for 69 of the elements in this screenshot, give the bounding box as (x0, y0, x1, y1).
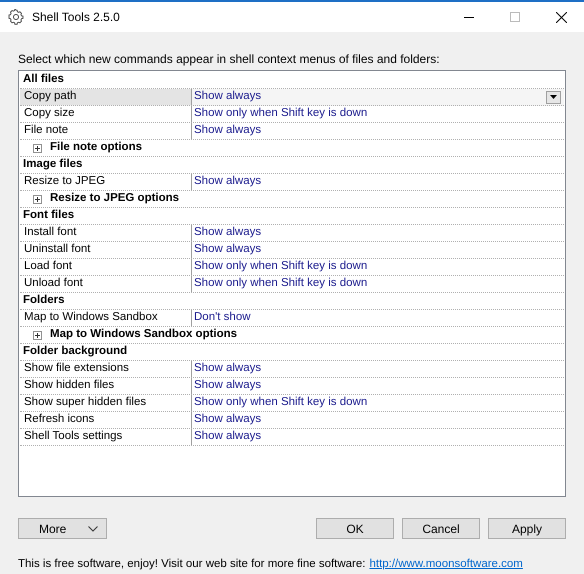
property-name: Show super hidden files (24, 395, 146, 410)
property-name: Shell Tools settings (24, 429, 122, 444)
chevron-down-icon (88, 526, 98, 532)
property-name: File note (24, 123, 68, 138)
expand-icon[interactable] (33, 194, 42, 204)
instruction-text: Select which new commands appear in shell context menus of files and folders: (18, 52, 441, 66)
property-value: Show always (194, 89, 262, 104)
maximize-icon (510, 12, 520, 22)
category-label: Folders (23, 293, 65, 308)
property-row[interactable]: Refresh icons Show always (20, 412, 564, 429)
category-label: Image files (23, 157, 82, 172)
property-name: Refresh icons (24, 412, 94, 428)
property-value: Show always (194, 378, 262, 394)
property-value: Show only when Shift key is down (194, 106, 368, 122)
property-name: Map to Windows Sandbox (24, 310, 158, 326)
property-row[interactable]: Resize to JPEG Show always (20, 174, 564, 191)
expand-icon[interactable] (33, 144, 42, 152)
property-value: Show only when Shift key is down (194, 395, 368, 410)
category-label: Folder background (23, 344, 128, 360)
property-row[interactable]: File note Show always (20, 123, 564, 140)
property-row[interactable]: Show file extensions Show always (20, 361, 564, 378)
property-row[interactable]: Copy path Show always (20, 89, 564, 106)
expander-row[interactable]: Resize to JPEG options (20, 191, 564, 208)
property-name: Load font (24, 259, 72, 274)
window-title: Shell Tools 2.5.0 (32, 9, 120, 26)
property-name: Copy size (24, 106, 74, 122)
property-value: Show always (194, 361, 262, 376)
minimize-icon (464, 16, 474, 18)
property-row[interactable]: Show super hidden files Show only when Shift key is down (20, 395, 564, 412)
dialog-button[interactable]: OK (316, 518, 394, 539)
property-name: Install font (24, 225, 76, 240)
dropdown-arrow-icon (550, 95, 557, 99)
property-value: Show always (194, 225, 262, 240)
dialog-button[interactable]: Apply (488, 518, 566, 539)
property-value: Show only when Shift key is down (194, 276, 368, 292)
dropdown-button[interactable] (546, 90, 561, 104)
property-row[interactable]: Unload font Show only when Shift key is down (20, 276, 564, 293)
more-button[interactable]: More (18, 518, 107, 539)
category-label: Font files (23, 208, 74, 224)
category-label: All files (23, 72, 64, 88)
property-row[interactable]: Map to Windows Sandbox Don't show (20, 310, 564, 327)
expand-icon[interactable] (33, 330, 42, 340)
property-value: Show always (194, 412, 262, 428)
footer-text: This is free software, enjoy! Visit our web site for more fine software: (18, 557, 366, 572)
expander-row[interactable]: Map to Windows Sandbox options (20, 327, 564, 344)
property-name: Unload font (24, 276, 83, 292)
property-value: Show always (194, 429, 262, 444)
property-row[interactable]: Install font Show always (20, 225, 564, 242)
close-icon (556, 12, 566, 22)
property-row[interactable]: Shell Tools settings Show always (20, 429, 564, 446)
dialog-button[interactable]: Cancel (402, 518, 480, 539)
property-row[interactable]: Show hidden files Show always (20, 378, 564, 395)
property-value: Show always (194, 242, 262, 258)
website-link[interactable]: http://www.moonsoftware.com (369, 556, 523, 574)
property-name: Show file extensions (24, 361, 129, 376)
property-row[interactable]: Uninstall font Show always (20, 242, 564, 259)
property-value: Show always (194, 174, 262, 190)
property-row[interactable]: Copy size Show only when Shift key is down (20, 106, 564, 123)
property-name: Uninstall font (24, 242, 90, 258)
property-value: Show only when Shift key is down (194, 259, 368, 274)
property-name: Resize to JPEG (24, 174, 106, 190)
gear-icon (8, 9, 24, 25)
property-grid[interactable] (18, 70, 566, 497)
property-value: Don't show (194, 310, 251, 326)
property-name: Show hidden files (24, 378, 114, 394)
property-name: Copy path (24, 89, 76, 104)
property-row[interactable]: Load font Show only when Shift key is down (20, 259, 564, 276)
expander-row[interactable]: File note options (20, 140, 564, 157)
property-value: Show always (194, 123, 262, 138)
